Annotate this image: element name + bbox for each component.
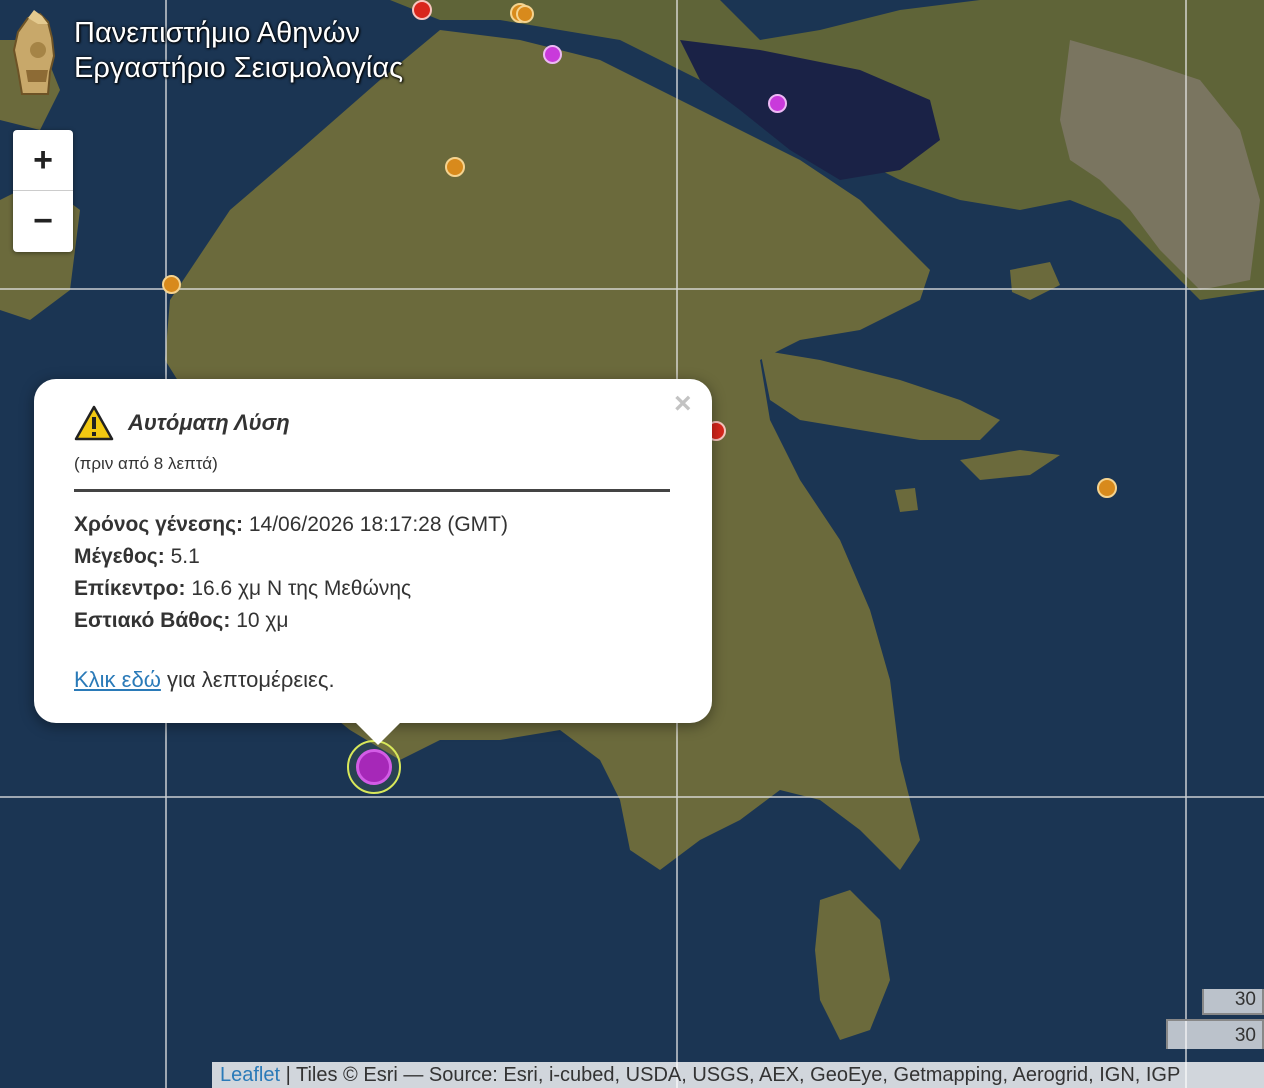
map-canvas[interactable]: Πανεπιστήμιο Αθηνών Εργαστήριο Σεισμολογ… (0, 0, 1264, 1088)
popup-title: Αυτόματη Λύση (128, 410, 290, 435)
quake-marker-orange[interactable] (1097, 478, 1117, 498)
popup-divider (74, 489, 670, 492)
scale-bar-bottom: 30 (1166, 1019, 1264, 1049)
quake-marker-red[interactable] (412, 0, 432, 20)
zoom-control: + − (13, 130, 73, 252)
depth-label: Εστιακό Βάθος: (74, 609, 231, 632)
quake-marker-orange[interactable] (516, 5, 534, 23)
depth-value: 10 χμ (236, 609, 289, 632)
epicenter-label: Επίκεντρο: (74, 577, 186, 600)
details-link[interactable]: Κλικ εδώ (74, 667, 161, 692)
map-attribution: Leaflet | Tiles © Esri — Source: Esri, i… (212, 1062, 1264, 1088)
popup-tip (352, 719, 404, 745)
quake-marker-purple[interactable] (768, 94, 787, 113)
popup-time-ago: (πριν από 8 λεπτά) (74, 454, 218, 473)
warning-triangle-icon (74, 405, 114, 441)
origin-time-row: Χρόνος γένεσης: 14/06/2026 18:17:28 (GMT… (74, 509, 508, 541)
zoom-in-button[interactable]: + (13, 130, 73, 190)
depth-row: Εστιακό Βάθος: 10 χμ (74, 605, 508, 637)
quake-marker-purple[interactable] (543, 45, 562, 64)
athena-helmet-icon (12, 10, 56, 95)
quake-marker-orange[interactable] (162, 275, 181, 294)
leaflet-link[interactable]: Leaflet (220, 1064, 280, 1086)
popup-close-button[interactable]: × (674, 389, 692, 419)
brand-title: Πανεπιστήμιο Αθηνών (74, 17, 361, 49)
tiles-attribution: | Tiles © Esri — Source: Esri, i-cubed, … (285, 1064, 1181, 1086)
magnitude-row: Μέγεθος: 5.1 (74, 541, 508, 573)
selected-quake-marker[interactable] (356, 749, 392, 785)
popup-details: Χρόνος γένεσης: 14/06/2026 18:17:28 (GMT… (74, 509, 508, 637)
magnitude-value: 5.1 (170, 545, 200, 568)
details-link-suffix: για λεπτομέρειες. (167, 667, 335, 692)
popup-details-line: Κλικ εδώ για λεπτομέρειες. (74, 667, 335, 693)
epicenter-row: Επίκεντρο: 16.6 χμ N της Μεθώνης (74, 573, 508, 605)
brand-subtitle: Εργαστήριο Σεισμολογίας (74, 52, 404, 84)
scale-bar-top: 30 (1202, 989, 1264, 1015)
popup-header: Αυτόματη Λύση (74, 405, 290, 441)
origin-time-value: 14/06/2026 18:17:28 (GMT) (248, 513, 509, 536)
epicenter-value: 16.6 χμ N της Μεθώνης (191, 577, 412, 600)
brand: Πανεπιστήμιο Αθηνών Εργαστήριο Σεισμολογ… (8, 10, 403, 96)
origin-time-label: Χρόνος γένεσης: (74, 513, 243, 536)
quake-marker-orange[interactable] (445, 157, 465, 177)
zoom-out-button[interactable]: − (13, 191, 73, 251)
magnitude-label: Μέγεθος: (74, 545, 165, 568)
earthquake-popup: × Αυτόματη Λύση (πριν από 8 λεπτά) Χρόνο… (34, 379, 712, 745)
